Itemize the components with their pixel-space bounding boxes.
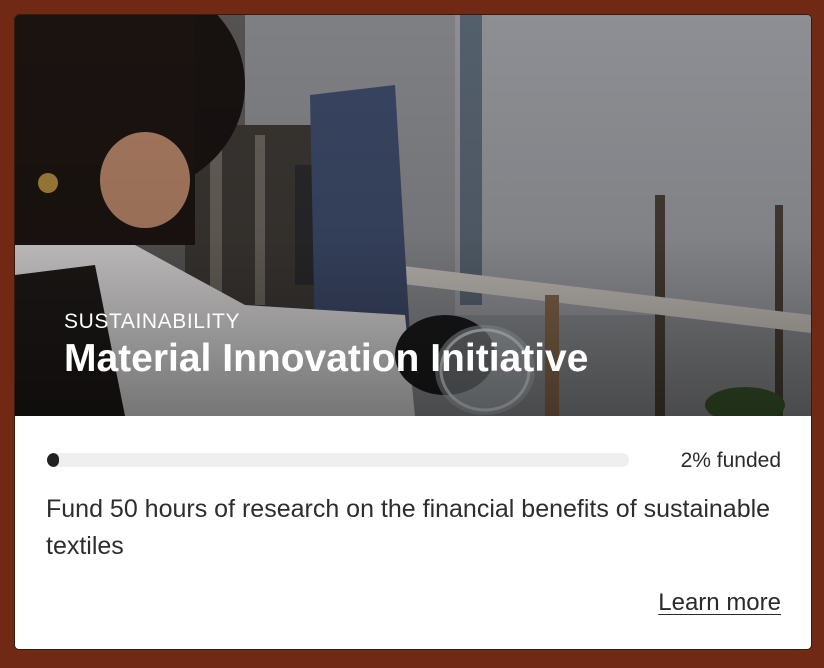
page-frame: SUSTAINABILITY Material Innovation Initi… bbox=[0, 0, 824, 668]
funding-progress-bar bbox=[47, 453, 629, 467]
funding-progress-fill bbox=[47, 453, 59, 467]
hero-image: SUSTAINABILITY Material Innovation Initi… bbox=[15, 15, 811, 416]
funded-percentage: 2% funded bbox=[680, 449, 781, 472]
category-label: SUSTAINABILITY bbox=[64, 310, 241, 333]
initiative-description: Fund 50 hours of research on the financi… bbox=[46, 495, 771, 560]
learn-more-link[interactable]: Learn more bbox=[658, 589, 781, 617]
initiative-card: SUSTAINABILITY Material Innovation Initi… bbox=[14, 14, 812, 650]
initiative-title: Material Innovation Initiative bbox=[64, 337, 589, 380]
